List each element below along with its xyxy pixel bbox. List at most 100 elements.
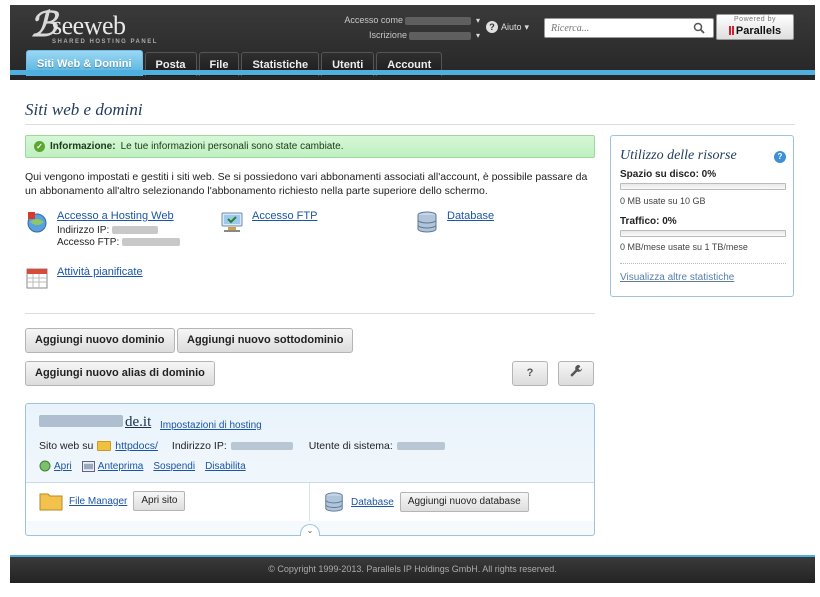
search-input[interactable] <box>545 19 685 37</box>
hosting-settings-link[interactable]: Impostazioni di hosting <box>160 420 262 431</box>
more-stats-link[interactable]: Visualizza altre statistiche <box>620 272 734 283</box>
disk-usage-detail: 0 MB usate su 10 GB <box>620 196 706 206</box>
title-divider <box>25 124 795 125</box>
add-subdomain-button[interactable]: Aggiungi nuovo sottodominio <box>177 328 354 353</box>
wrench-icon <box>570 364 583 377</box>
open-action[interactable]: Apri <box>39 460 72 472</box>
database-icon[interactable] <box>323 491 345 513</box>
ip-redacted <box>112 226 159 235</box>
domain-panel: de.it Impostazioni di hosting Sito web s… <box>25 403 595 536</box>
disk-usage-label: Spazio su disco: 0% <box>620 169 717 180</box>
subscription-redacted <box>409 31 472 40</box>
globe-icon <box>39 460 51 472</box>
domain-details: Sito web su httpdocs/ Indirizzo IP: Uten… <box>39 440 445 452</box>
add-database-button[interactable]: Aggiungi nuovo database <box>399 492 529 512</box>
database-tool: Database <box>415 210 494 234</box>
info-icon[interactable]: ? <box>774 151 786 163</box>
hosting-ftp-row: Accesso FTP: <box>57 237 181 249</box>
parallels-logo-icon <box>728 26 734 35</box>
suspend-link[interactable]: Sospendi <box>153 461 195 472</box>
folder-icon <box>97 441 112 451</box>
add-alias-button[interactable]: Aggiungi nuovo alias di dominio <box>25 361 215 386</box>
hosting-ip-row: Indirizzo IP: <box>57 225 180 237</box>
help-menu[interactable]: ? Aiuto ▾ <box>486 21 529 33</box>
brand-logo[interactable]: ℬ seeweb SHARED HOSTING PANEL <box>30 9 160 47</box>
folder-icon[interactable] <box>39 491 63 511</box>
main-content: Siti web e domini ✓ Informazione: Le tue… <box>10 80 810 555</box>
hosting-access-icon[interactable] <box>25 210 49 234</box>
search-icon[interactable] <box>693 22 705 34</box>
preview-action[interactable]: Anteprima <box>81 460 144 472</box>
help-icon: ? <box>486 21 498 33</box>
intro-text: Qui vengono impostati e gestiti i siti w… <box>25 171 588 197</box>
top-header: ℬ seeweb SHARED HOSTING PANEL Accesso co… <box>10 5 815 80</box>
expand-chevron-icon[interactable]: ⌄ <box>300 524 320 536</box>
ip-label: Indirizzo IP: <box>57 225 110 236</box>
domain-name-redacted <box>39 415 123 427</box>
chevron-down-icon[interactable]: ▾ <box>476 31 480 40</box>
calendar-icon[interactable] <box>25 266 49 290</box>
preview-icon <box>81 460 95 472</box>
open-link[interactable]: Apri <box>54 461 72 472</box>
powered-by-badge[interactable]: Powered by Parallels <box>716 14 794 40</box>
ftp-icon[interactable] <box>220 210 244 234</box>
info-text: Le tue informazioni personali sono state… <box>120 141 344 152</box>
domain-actions: Apri Anteprima Sospendi Disabilita <box>39 460 246 472</box>
account-switcher[interactable]: Accesso come ▾ Iscrizione ▾ <box>310 13 480 43</box>
page-title: Siti web e domini <box>25 100 143 119</box>
logged-user-redacted <box>405 16 472 25</box>
database-icon[interactable] <box>415 210 439 234</box>
search-box <box>544 18 714 38</box>
ftp-access-label: Accesso FTP: <box>57 237 120 248</box>
scheduled-tasks-tool: Attività pianificate <box>25 266 143 290</box>
brand-name: seeweb <box>52 11 126 40</box>
sysuser-label: Utente di sistema: <box>308 440 393 452</box>
database-panel-link[interactable]: Database <box>351 497 394 508</box>
traffic-detail: 0 MB/mese usate su 1 TB/mese <box>620 242 748 252</box>
help-button[interactable]: ? <box>512 361 548 386</box>
database-panel-tool: Database Aggiungi nuovo database <box>323 491 529 513</box>
domain-name[interactable]: de.it <box>39 414 151 431</box>
ftp-redacted <box>122 238 181 247</box>
chevron-down-icon: ▾ <box>524 21 530 32</box>
powered-by-label: Powered by <box>734 16 776 23</box>
footer: © Copyright 1999-2013. Parallels IP Hold… <box>10 555 815 583</box>
preview-link[interactable]: Anteprima <box>98 461 144 472</box>
traffic-label: Traffico: 0% <box>620 216 677 227</box>
copyright-text: © Copyright 1999-2013. Parallels IP Hold… <box>268 564 557 574</box>
site-on-label: Sito web su <box>39 440 94 452</box>
hosting-access-tool: Accesso a Hosting Web Indirizzo IP: Acce… <box>25 210 181 249</box>
subscription-row[interactable]: Iscrizione ▾ <box>310 28 480 43</box>
brand-tagline: SHARED HOSTING PANEL <box>52 39 158 45</box>
file-manager-tool: File Manager Apri sito <box>39 491 186 511</box>
info-label: Informazione: <box>50 141 116 152</box>
chevron-down-icon[interactable]: ▾ <box>476 16 480 25</box>
disable-link[interactable]: Disabilita <box>205 461 246 472</box>
section-divider <box>25 313 595 314</box>
tools-button[interactable] <box>558 361 594 386</box>
help-label: Aiuto <box>501 22 522 32</box>
docroot-link[interactable]: httpdocs/ <box>115 440 158 452</box>
database-link[interactable]: Database <box>447 210 494 234</box>
powered-brand: Parallels <box>735 25 782 37</box>
domain-tld: de.it <box>125 414 152 430</box>
traffic-bar <box>620 230 786 237</box>
scheduled-tasks-link[interactable]: Attività pianificate <box>57 266 143 290</box>
ftp-access-link[interactable]: Accesso FTP <box>252 210 317 234</box>
resource-usage-panel: Utilizzo delle risorse ? Spazio su disco… <box>610 135 794 297</box>
ip-label: Indirizzo IP: <box>171 440 227 452</box>
logged-as-row[interactable]: Accesso come ▾ <box>310 13 480 28</box>
resource-usage-title: Utilizzo delle risorse <box>620 148 737 163</box>
checkmark-icon: ✓ <box>34 141 45 152</box>
file-manager-link[interactable]: File Manager <box>69 496 127 507</box>
logged-as-label: Accesso come <box>344 15 403 25</box>
open-site-button[interactable]: Apri sito <box>133 491 186 511</box>
hosting-access-link[interactable]: Accesso a Hosting Web <box>57 210 174 222</box>
subscription-label: Iscrizione <box>368 30 407 40</box>
tab-underline <box>10 70 815 75</box>
info-message: ✓ Informazione: Le tue informazioni pers… <box>25 135 595 158</box>
sysuser-redacted <box>396 442 445 450</box>
ip-redacted <box>230 442 293 450</box>
add-domain-button[interactable]: Aggiungi nuovo dominio <box>25 328 175 353</box>
panel-vertical-divider <box>309 483 310 521</box>
